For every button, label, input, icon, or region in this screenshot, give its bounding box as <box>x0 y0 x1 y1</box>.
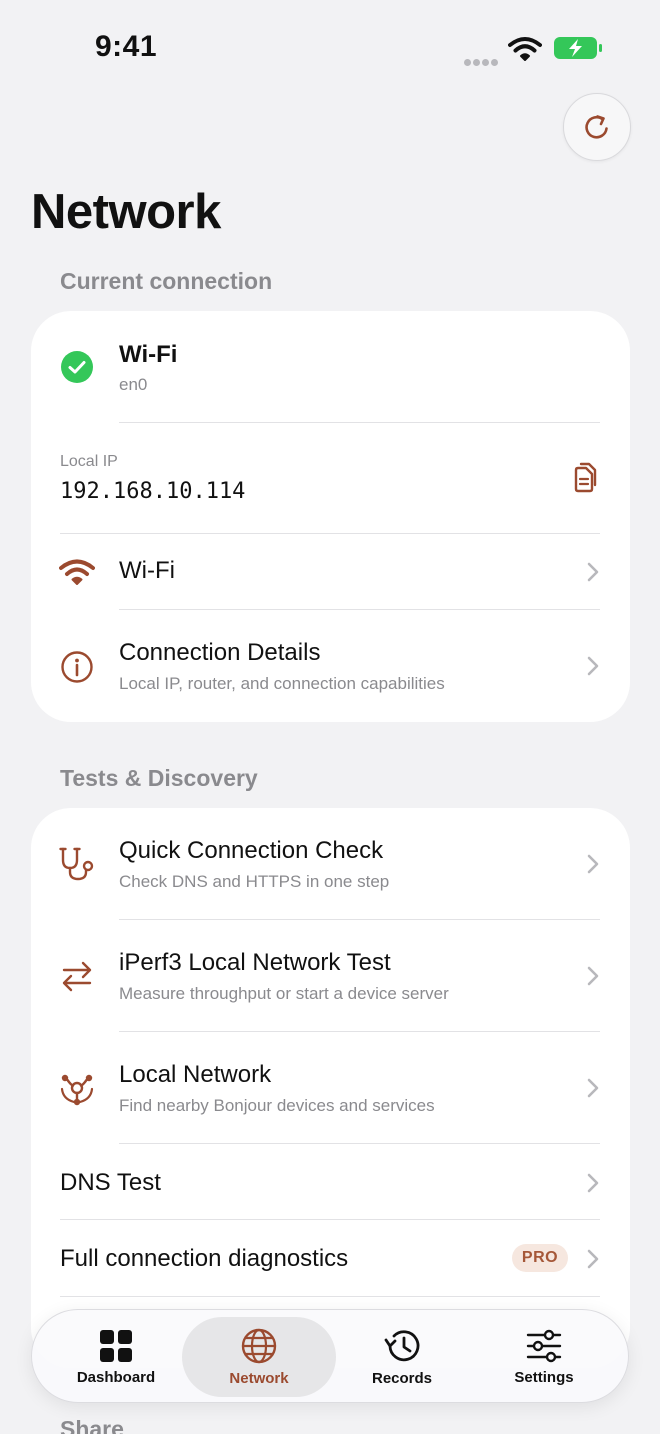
tab-bar: Dashboard Network Records Settings <box>31 1309 629 1403</box>
wifi-row[interactable]: Wi-Fi <box>31 534 630 610</box>
local-network-row[interactable]: Local Network Find nearby Bonjour device… <box>31 1032 630 1143</box>
info-icon <box>57 647 97 687</box>
tab-label: Network <box>229 1369 289 1387</box>
status-bar: 9:41 <box>0 0 660 96</box>
stethoscope-icon <box>57 844 97 884</box>
local-ip-label: Local IP <box>60 453 118 470</box>
local-ip-row: Local IP 192.168.10.114 <box>31 423 630 533</box>
chevron-right-icon <box>587 1249 599 1269</box>
tab-network[interactable]: Network <box>182 1317 336 1397</box>
connection-details-row[interactable]: Connection Details Local IP, router, and… <box>31 610 630 722</box>
section-header-share: Share <box>60 1416 124 1434</box>
history-icon <box>384 1329 420 1361</box>
tab-label: Settings <box>514 1368 574 1386</box>
battery-icon <box>554 37 602 59</box>
tab-records[interactable]: Records <box>330 1310 474 1404</box>
quick-connection-check-title: Quick Connection Check <box>119 837 384 864</box>
bonjour-network-icon <box>57 1068 97 1108</box>
copy-ip-button[interactable] <box>568 461 600 497</box>
tab-settings[interactable]: Settings <box>472 1310 616 1404</box>
chevron-right-icon <box>587 966 599 986</box>
chevron-right-icon <box>587 562 599 582</box>
pro-badge: PRO <box>512 1244 568 1272</box>
tab-label: Dashboard <box>76 1368 156 1386</box>
local-ip-value: 192.168.10.114 <box>60 479 246 504</box>
iperf3-test-title: iPerf3 Local Network Test <box>119 949 391 976</box>
cellular-signal-icon <box>464 53 500 66</box>
status-time: 9:41 <box>95 30 158 63</box>
copy-icon <box>574 462 597 493</box>
connection-name: Wi-Fi <box>119 341 178 368</box>
quick-connection-check-subtitle: Check DNS and HTTPS in one step <box>119 872 390 891</box>
chevron-right-icon <box>587 1078 599 1098</box>
full-diagnostics-row[interactable]: Full connection diagnostics PRO <box>31 1220 630 1296</box>
sliders-icon <box>526 1329 562 1362</box>
globe-icon <box>241 1328 277 1363</box>
connected-check-icon <box>57 347 97 387</box>
current-connection-card: Wi-Fi en0 Local IP 192.168.10.114 Wi-Fi <box>31 311 630 722</box>
dns-test-title: DNS Test <box>60 1169 161 1196</box>
tests-card: Quick Connection Check Check DNS and HTT… <box>31 808 630 1368</box>
section-header-tests: Tests & Discovery <box>60 765 258 791</box>
local-network-title: Local Network <box>119 1061 272 1088</box>
local-network-subtitle: Find nearby Bonjour devices and services <box>119 1096 435 1115</box>
tab-label: Records <box>371 1369 433 1387</box>
refresh-button[interactable] <box>563 93 631 161</box>
iperf3-test-subtitle: Measure throughput or start a device ser… <box>119 984 449 1003</box>
connection-status-row: Wi-Fi en0 <box>31 311 630 422</box>
wifi-icon <box>57 552 97 592</box>
quick-connection-check-row[interactable]: Quick Connection Check Check DNS and HTT… <box>31 808 630 919</box>
dns-test-row[interactable]: DNS Test <box>31 1144 630 1220</box>
iperf3-test-row[interactable]: iPerf3 Local Network Test Measure throug… <box>31 920 630 1031</box>
connection-details-subtitle: Local IP, router, and connection capabil… <box>119 674 445 693</box>
chevron-right-icon <box>587 656 599 676</box>
section-header-current-connection: Current connection <box>60 268 273 294</box>
refresh-icon <box>585 115 608 139</box>
tab-dashboard[interactable]: Dashboard <box>44 1310 188 1404</box>
chevron-right-icon <box>587 854 599 874</box>
arrows-left-right-icon <box>57 956 97 996</box>
page-title: Network <box>31 185 221 239</box>
wifi-status-icon <box>508 37 542 61</box>
wifi-row-title: Wi-Fi <box>119 557 175 584</box>
chevron-right-icon <box>587 1173 599 1193</box>
grid-icon <box>100 1329 132 1362</box>
full-diagnostics-title: Full connection diagnostics <box>60 1245 349 1272</box>
connection-interface: en0 <box>119 375 148 394</box>
divider <box>60 1296 600 1297</box>
connection-details-title: Connection Details <box>119 639 321 666</box>
